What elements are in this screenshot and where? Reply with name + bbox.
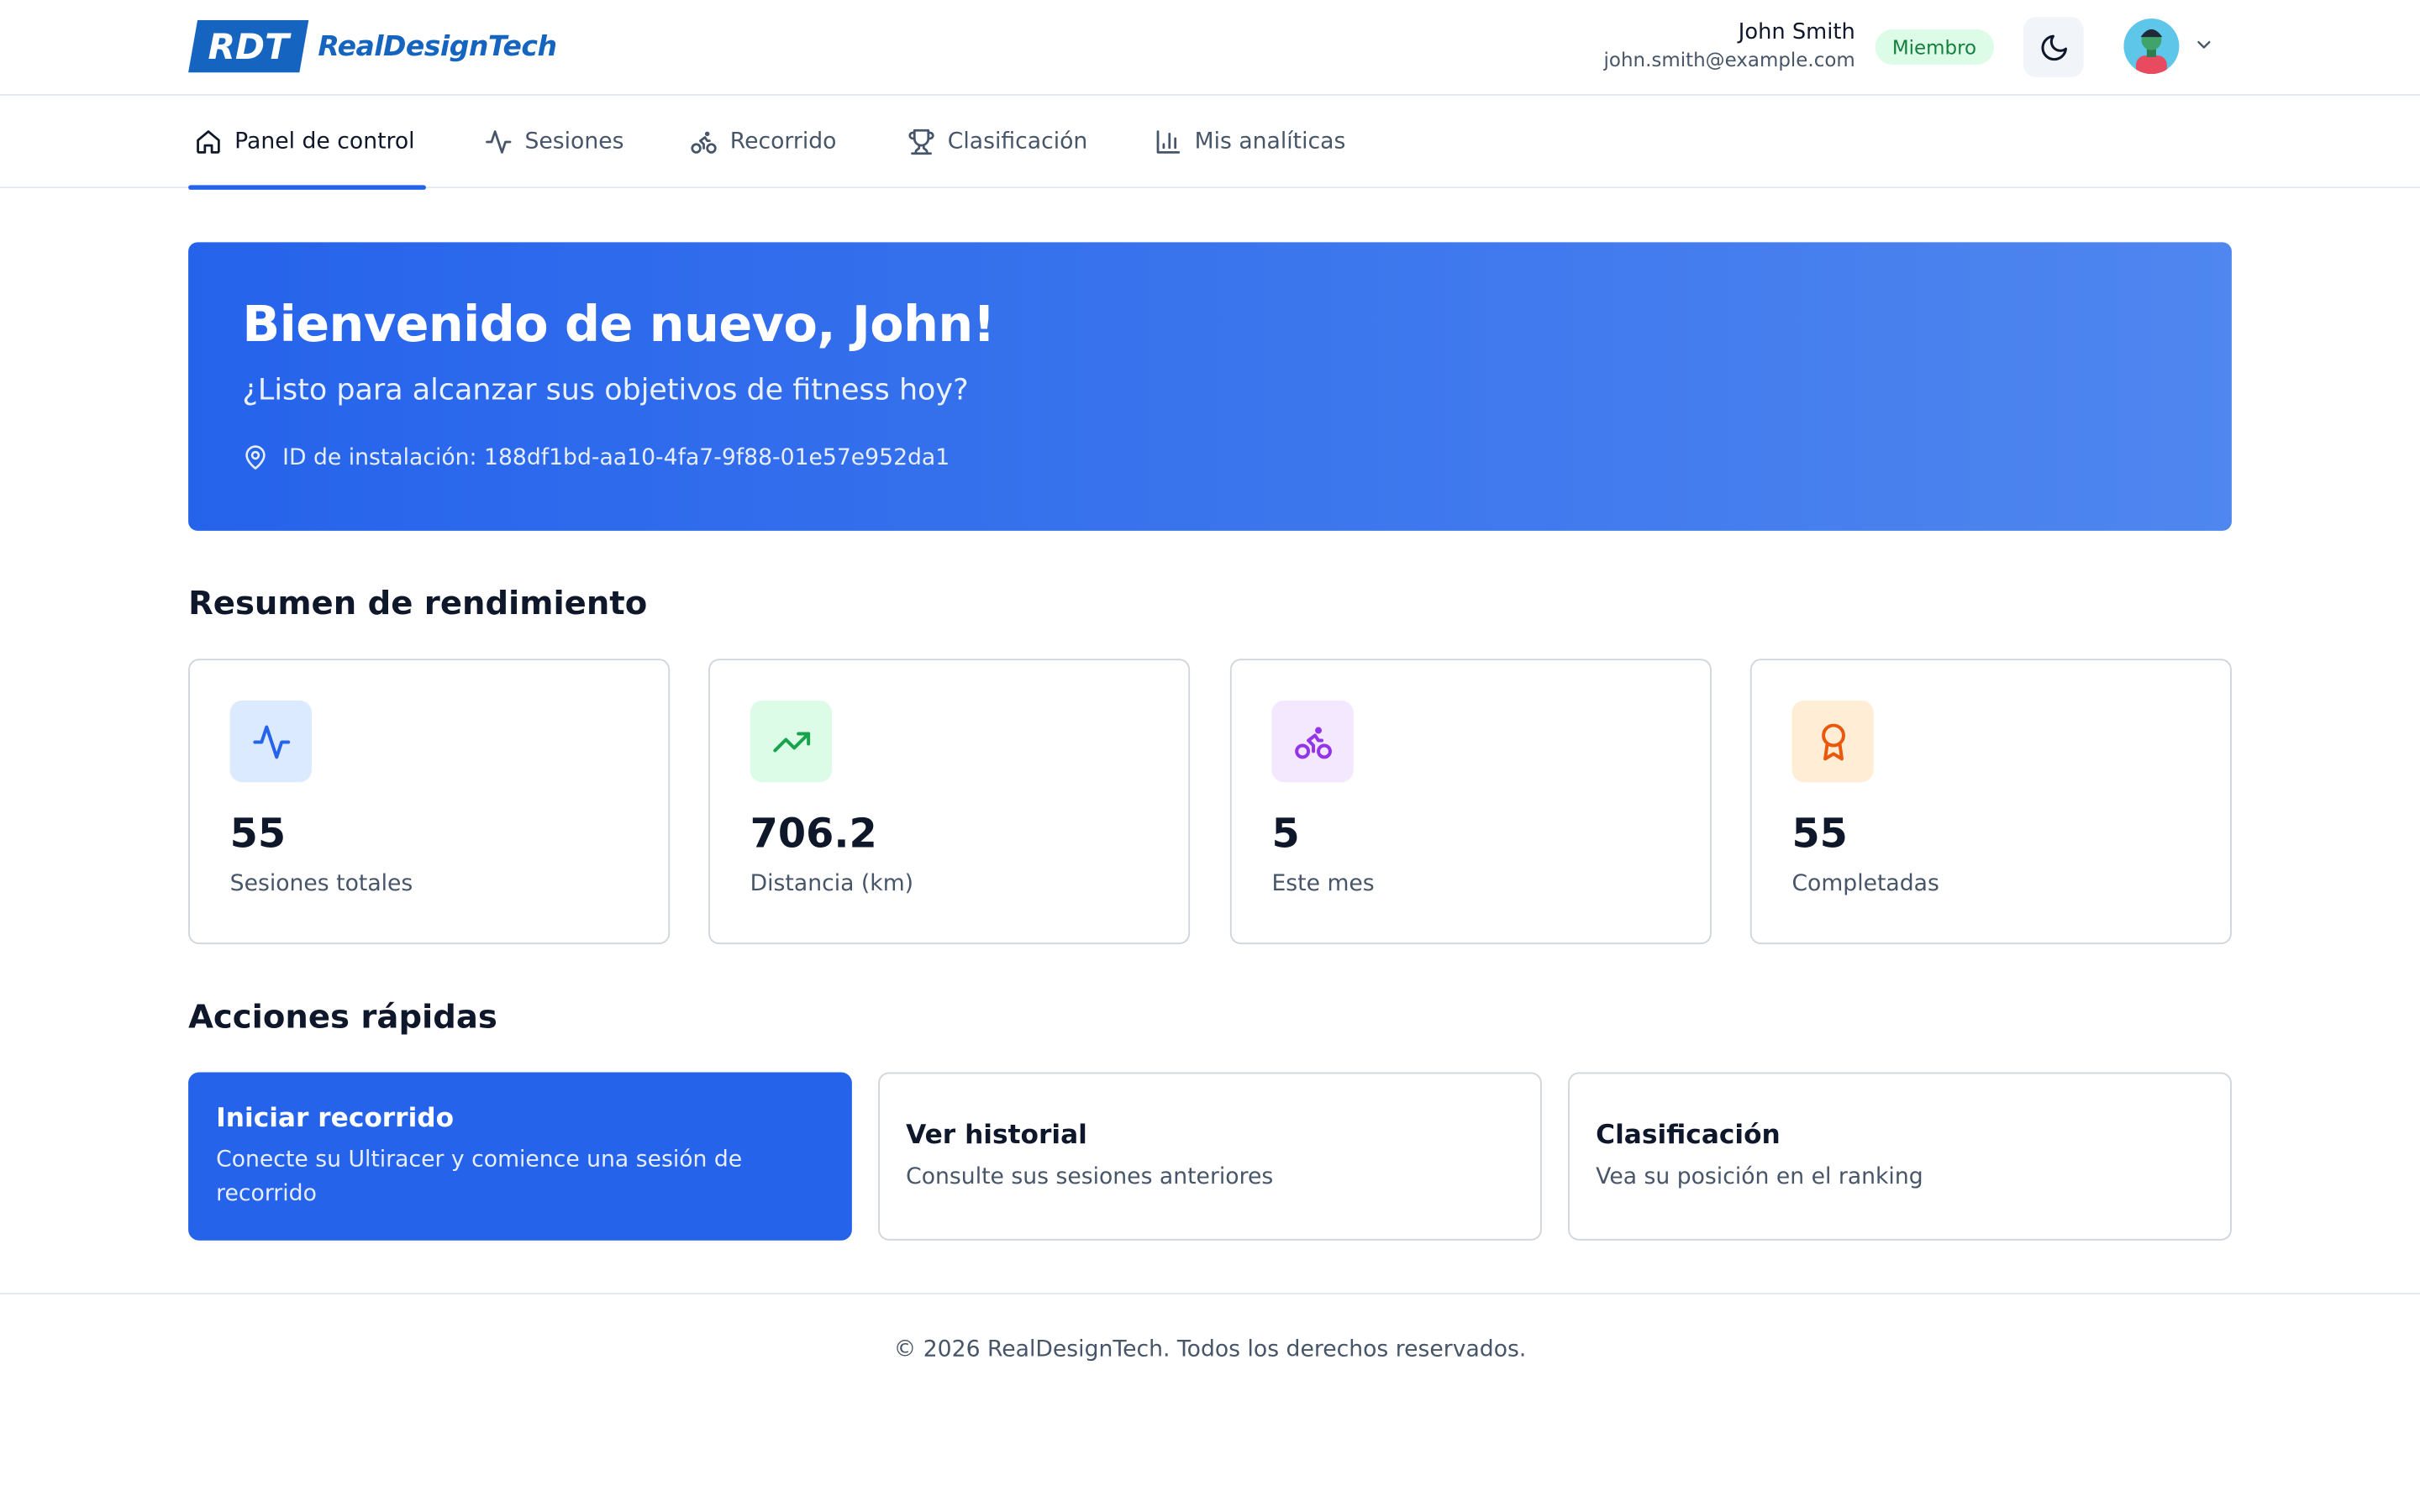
quick-actions-title: Acciones rápidas xyxy=(188,998,497,1036)
user-info: John Smith john.smith@example.com xyxy=(1604,18,1855,72)
stat-card-sessions: 55 Sesiones totales xyxy=(188,659,671,945)
trending-up-icon xyxy=(772,731,810,752)
nav-tab-label: Clasificación xyxy=(947,129,1088,155)
nav-tab-analytics[interactable]: Mis analíticas xyxy=(1155,96,1345,188)
stat-label: Este mes xyxy=(1271,871,1375,897)
avatar-image xyxy=(2123,18,2180,75)
copyright-text: © 2026 RealDesignTech. Todos los derecho… xyxy=(893,1337,1527,1362)
avatar[interactable] xyxy=(2123,18,2180,75)
welcome-title: Bienvenido de nuevo, John! xyxy=(242,294,995,354)
theme-toggle-button[interactable] xyxy=(2023,17,2084,77)
stat-icon-badge xyxy=(1791,700,1874,783)
nav-tab-label: Recorrido xyxy=(729,129,837,155)
role-badge: Miembro xyxy=(1875,29,1994,66)
stat-card-distance: 706.2 Distancia (km) xyxy=(708,659,1191,945)
map-pin-icon xyxy=(245,445,266,470)
action-description: Vea su posición en el ranking xyxy=(1596,1163,1923,1189)
app-page: RDT RealDesignTech John Smith john.smith… xyxy=(0,0,2420,1512)
nav-tab-dashboard[interactable]: Panel de control xyxy=(188,96,426,190)
stat-value: 706.2 xyxy=(750,811,877,858)
main-nav: Panel de control Sesiones Recorrido Clas… xyxy=(0,96,2420,190)
activity-icon xyxy=(252,724,290,759)
user-name: John Smith xyxy=(1738,19,1855,45)
installation-id-text: ID de instalación: 188df1bd-aa10-4fa7-9f… xyxy=(282,444,950,470)
activity-icon xyxy=(486,130,512,154)
welcome-banner: Bienvenido de nuevo, John! ¿Listo para a… xyxy=(188,242,2232,531)
performance-title: Resumen de rendimiento xyxy=(188,585,648,622)
bike-icon xyxy=(1294,726,1332,759)
action-description: Consulte sus sesiones anteriores xyxy=(906,1163,1274,1189)
stat-value: 55 xyxy=(1791,811,1848,858)
stat-label: Sesiones totales xyxy=(229,871,413,897)
action-title: Iniciar recorrido xyxy=(216,1102,455,1134)
bar-chart-icon xyxy=(1156,130,1181,154)
brand-logo[interactable]: RDT RealDesignTech xyxy=(188,19,557,73)
stat-value: 5 xyxy=(1271,811,1300,858)
nav-tab-label: Sesiones xyxy=(524,129,624,155)
chevron-down-icon[interactable] xyxy=(2193,34,2215,55)
ranking-button[interactable]: Clasificación Vea su posición en el rank… xyxy=(1568,1072,2232,1241)
start-ride-button[interactable]: Iniciar recorrido Conecte su Ultiracer y… xyxy=(188,1072,852,1241)
view-history-button[interactable]: Ver historial Consulte sus sesiones ante… xyxy=(878,1072,1542,1241)
stat-label: Distancia (km) xyxy=(750,871,914,897)
installation-id: ID de instalación: 188df1bd-aa10-4fa7-9f… xyxy=(242,444,950,470)
home-icon xyxy=(197,130,220,154)
page-footer: © 2026 RealDesignTech. Todos los derecho… xyxy=(0,1293,2420,1416)
action-description: Conecte su Ultiracer y comience una sesi… xyxy=(216,1147,743,1206)
nav-tab-ranking[interactable]: Clasificación xyxy=(908,96,1087,188)
action-title: Ver historial xyxy=(906,1119,1087,1151)
stat-icon-badge xyxy=(750,700,832,783)
stat-icon-badge xyxy=(1271,700,1354,783)
nav-tab-label: Panel de control xyxy=(234,129,415,155)
stat-icon-badge xyxy=(229,700,313,783)
stat-value: 55 xyxy=(229,811,287,858)
top-header: RDT RealDesignTech John Smith john.smith… xyxy=(0,0,2420,96)
user-email: john.smith@example.com xyxy=(1603,47,1855,71)
welcome-subtitle: ¿Listo para alcanzar sus objetivos de fi… xyxy=(242,373,969,407)
stat-label: Completadas xyxy=(1791,871,1939,897)
rdt-logo-icon: RDT xyxy=(188,19,309,73)
brand-name: RealDesignTech xyxy=(318,29,557,63)
bike-icon xyxy=(691,131,717,154)
award-icon xyxy=(1821,722,1845,760)
stat-card-completed: 55 Completadas xyxy=(1749,659,2232,945)
nav-tab-sessions[interactable]: Sesiones xyxy=(485,96,624,188)
action-title: Clasificación xyxy=(1596,1119,1781,1151)
nav-tab-label: Mis analíticas xyxy=(1194,129,1346,155)
svg-text:RDT: RDT xyxy=(208,26,292,67)
moon-icon xyxy=(2040,34,2067,60)
stat-card-month: 5 Este mes xyxy=(1229,659,1712,945)
nav-tab-ride[interactable]: Recorrido xyxy=(690,96,836,188)
trophy-icon xyxy=(908,129,934,155)
